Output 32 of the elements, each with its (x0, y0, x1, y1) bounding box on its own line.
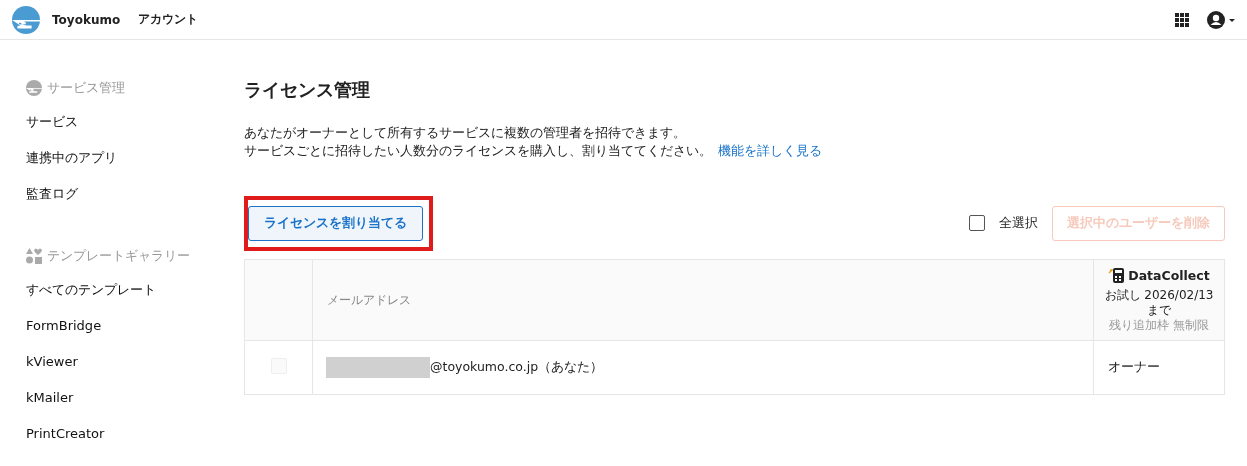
app-title: アカウント (138, 11, 199, 28)
description-text: サービスごとに招待したい人数分のライセンスを購入し、割り当ててください。 (244, 143, 712, 158)
sidebar-item[interactable]: すべてのテンプレート (26, 272, 244, 308)
service-name: DataCollect (1128, 268, 1210, 283)
brand-name: Toyokumo (52, 12, 121, 27)
calculator-icon (1108, 267, 1126, 284)
logo-icon (26, 80, 42, 96)
sidebar-item[interactable]: 連携中のアプリ (26, 140, 244, 176)
description-text: あなたがオーナーとして所有するサービスに複数の管理者を招待できます。 (244, 124, 687, 142)
logo-icon (12, 5, 40, 34)
sidebar-item[interactable]: kMailer (26, 380, 244, 416)
page-title: ライセンス管理 (244, 78, 371, 102)
role-cell: オーナー (1093, 340, 1225, 395)
column-header: メールアドレス (312, 259, 1094, 341)
sidebar-item[interactable]: PrintCreator (26, 416, 244, 452)
trial-period: まで (1146, 303, 1172, 318)
section-heading: サービス管理 (47, 79, 125, 97)
account-icon[interactable] (1207, 10, 1237, 29)
apps-grid-icon[interactable] (1175, 12, 1189, 27)
sidebar-item[interactable]: サービス (26, 104, 244, 140)
trial-period: お試し 2026/02/13 (1103, 288, 1215, 303)
sidebar-item[interactable]: kViewer (26, 344, 244, 380)
select-all-label: 全選択 (999, 214, 1038, 232)
details-link[interactable]: 機能を詳しく見る (718, 143, 822, 158)
section-heading: テンプレートギャラリー (47, 247, 190, 265)
email-address: @toyokumo.co.jp（あなた） (430, 359, 604, 376)
sidebar-item[interactable]: FormBridge (26, 308, 244, 344)
remaining-quota: 残り追加枠 無制限 (1108, 318, 1210, 333)
checkbox[interactable] (969, 215, 985, 231)
shapes-icon (26, 248, 42, 264)
sidebar-item[interactable]: 監査ログ (26, 176, 244, 212)
assign-license-button[interactable]: ライセンスを割り当てる (248, 205, 423, 241)
